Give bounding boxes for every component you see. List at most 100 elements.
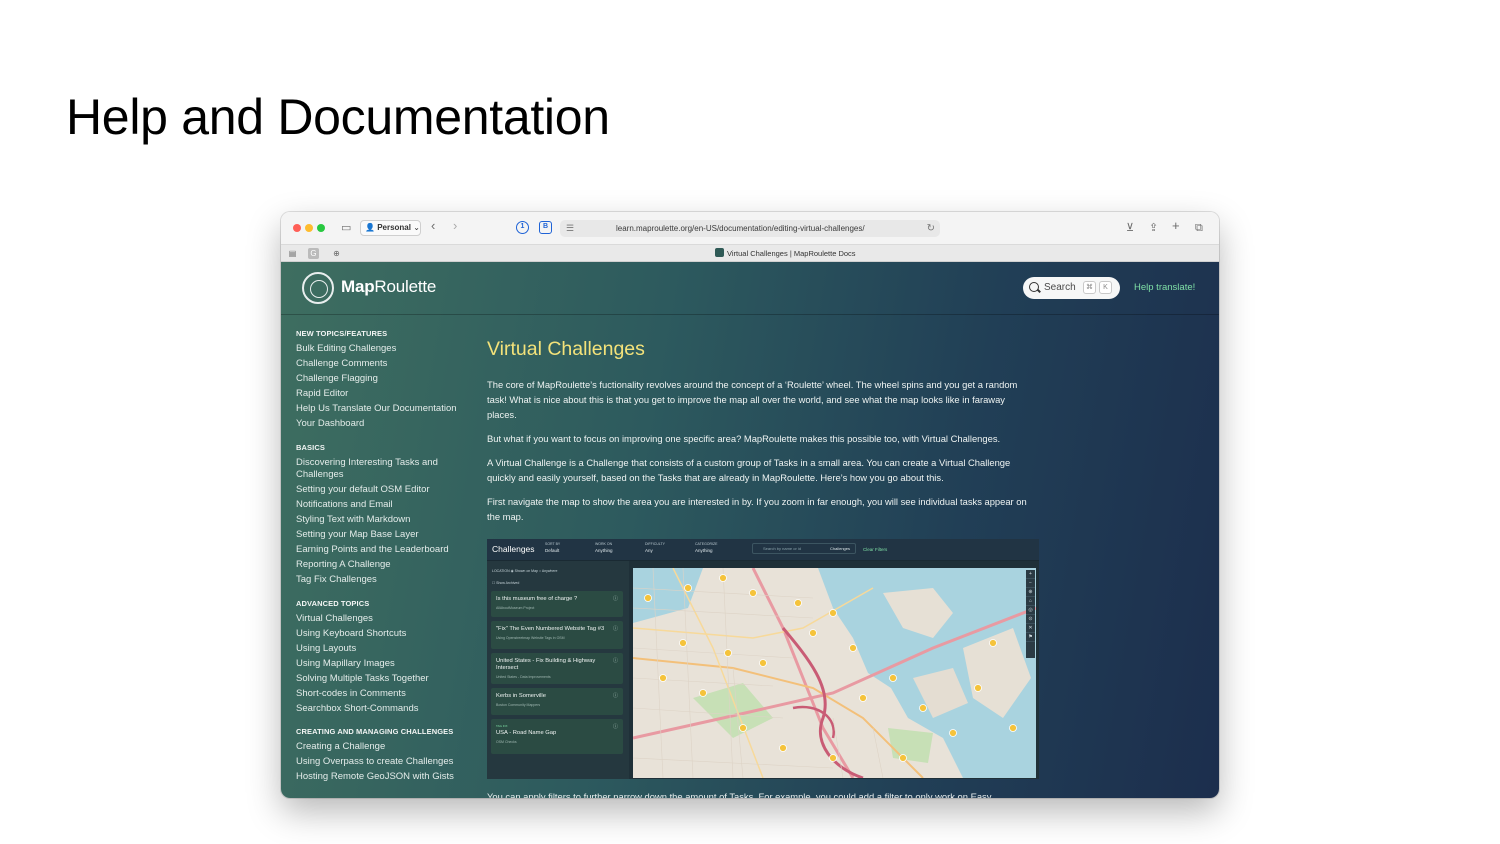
onepassword-icon[interactable]: 1 [516,221,529,234]
sidebar-nav-link[interactable]: Short-codes in Comments [296,688,476,701]
sidebar-nav-link[interactable]: Setting your default OSM Editor [296,484,476,497]
pinned-tab-doc-icon[interactable]: ▤ [287,248,298,259]
map-control-button: ◎ [1026,606,1035,615]
logo-bold: Map [341,277,375,296]
page-settings-icon[interactable]: ☰ [566,220,574,237]
task-marker [919,704,927,712]
back-icon[interactable]: ‹ [431,218,435,234]
info-icon: ⓘ [612,658,618,664]
forward-icon[interactable]: › [453,218,457,234]
slide-title: Help and Documentation [66,89,610,145]
reload-icon[interactable]: ↻ [927,220,935,237]
profile-selector[interactable]: 👤 Personal ⌄ [360,220,421,236]
screenshot-clear-filters: Clear Filters [863,547,888,552]
card-subtitle: AllAboutMuseum Project [496,606,535,610]
minimize-window-button[interactable] [305,224,313,232]
filter-value: Anything [595,548,613,553]
sidebar-nav-link[interactable]: Challenge Comments [296,358,476,371]
sidebar-nav-link[interactable]: Challenge Flagging [296,373,476,386]
sidebar-nav-link[interactable]: Solving Multiple Tasks Together [296,673,476,686]
sidebar-nav-link[interactable]: Help Us Translate Our Documentation [296,403,476,416]
download-icon[interactable]: ⊻ [1126,220,1134,236]
card-subtitle: Boston Community Mappers [496,703,541,707]
map-controls: + − ⊕ ⌂ ◎ ⊙ ✕ ⚑ [1026,570,1035,658]
screenshot-challenge-card: TAG FIX USA - Road Name Gap OSM Checks ⓘ [491,719,623,754]
pinned-tab-globe-icon[interactable]: ⊕ [331,248,342,259]
sidebar-icon[interactable]: ▭ [341,220,351,236]
sidebar-nav-link[interactable]: Hosting Remote GeoJSON with Gists [296,771,476,784]
docs-sidebar: NEW TOPICS/FEATURES Bulk Editing Challeng… [296,329,476,796]
filter-value: Default [545,548,560,553]
new-tab-icon[interactable]: + [1172,218,1180,234]
sidebar-section: BASICS Discovering Interesting Tasks and … [296,443,476,587]
task-marker [809,629,817,637]
sidebar-nav-link[interactable]: Reporting A Challenge [296,559,476,572]
bitwarden-icon[interactable]: B [539,221,552,234]
sidebar-nav-link[interactable]: Using Layouts [296,643,476,656]
help-translate-link[interactable]: Help translate! [1134,282,1195,293]
sidebar-nav-link[interactable]: Discovering Interesting Tasks and Challe… [296,457,476,482]
sidebar-nav-link[interactable]: Your Dashboard [296,418,476,431]
zoom-window-button[interactable] [317,224,325,232]
active-tab[interactable]: Virtual Challenges | MapRoulette Docs [715,248,856,259]
close-window-button[interactable] [293,224,301,232]
kbd-cmd: ⌘ [1083,281,1096,294]
sidebar-section-title: BASICS [296,442,325,452]
card-title: USA - Road Name Gap [496,730,557,736]
favicon-icon [715,248,724,257]
sidebar-section-title: CREATING AND MANAGING CHALLENGES [296,727,454,736]
sidebar-nav-link[interactable]: Bulk Editing Challenges [296,343,476,356]
sidebar-nav-link[interactable]: Setting your Map Base Layer [296,529,476,542]
info-icon: ⓘ [612,724,618,730]
info-icon: ⓘ [612,693,618,699]
docs-page: MapRoulette Search ⌘ K Help translate! N… [281,262,1219,798]
sidebar-nav-link[interactable]: Rapid Editor [296,388,476,401]
map-control-button: + [1026,570,1035,579]
url-text: learn.maproulette.org/en-US/documentatio… [616,224,865,233]
tab-title: Virtual Challenges | MapRoulette Docs [727,249,856,258]
filter-work-on: WORK ON Anything [595,542,613,555]
task-marker [644,594,652,602]
card-subtitle: United States - Data Improvements [496,675,551,679]
map-control-button: ✕ [1026,624,1035,633]
screenshot-search-placeholder: Search by name or id [763,546,802,551]
sidebar-nav-link[interactable]: Tag Fix Challenges [296,574,476,587]
card-title: United States - Fix Building & Highway I… [496,658,596,671]
logo-rest: Roulette [374,277,437,296]
doc-paragraph: First navigate the map to show the area … [487,496,1027,522]
address-bar[interactable]: ☰ learn.maproulette.org/en-US/documentat… [560,220,940,237]
task-marker [739,724,747,732]
sidebar-nav-link[interactable]: Virtual Challenges [296,613,476,626]
info-icon: ⓘ [612,626,618,632]
tabs-overview-icon[interactable]: ⧉ [1195,220,1203,236]
pinned-tab-g-icon[interactable]: G [308,248,319,259]
search-button[interactable]: Search ⌘ K [1023,277,1120,299]
task-marker [829,609,837,617]
sidebar-nav-link[interactable]: Using Mapillary Images [296,658,476,671]
task-marker [859,694,867,702]
task-marker [794,599,802,607]
sidebar-nav-link[interactable]: Using Keyboard Shortcuts [296,628,476,641]
sidebar-nav-link[interactable]: Creating a Challenge [296,741,476,754]
filter-value: Any [645,548,653,553]
location-label: LOCATION [492,569,510,573]
sidebar-section-title: ADVANCED TOPICS [296,598,370,608]
screenshot-challenge-card: "Fix" The Even Numbered Website Tag #3 Us… [491,621,623,649]
maproulette-logo-icon[interactable] [302,272,334,304]
show-archived-label: Show Archived [496,581,520,585]
sidebar-nav-link[interactable]: Searchbox Short-Commands [296,703,476,716]
sidebar-nav-link[interactable]: Earning Points and the Leaderboard [296,544,476,557]
site-logo-text[interactable]: MapRoulette [341,277,436,297]
sidebar-nav-link[interactable]: Styling Text with Markdown [296,514,476,527]
screenshot-challenge-card: Is this museum free of charge ? AllAboutM… [491,591,623,617]
sidebar-nav-link[interactable]: Notifications and Email [296,499,476,512]
sidebar-nav-link[interactable]: Using Overpass to create Challenges [296,756,476,769]
search-label: Search [1044,282,1076,293]
doc-content: Virtual Challenges The core of MapRoulet… [487,338,1037,533]
location-opt2: Anywhere [541,569,558,573]
task-marker [829,754,837,762]
task-marker [684,584,692,592]
card-subtitle: OSM Checks [496,740,517,744]
share-icon[interactable]: ⇪ [1149,220,1158,236]
task-marker [779,744,787,752]
